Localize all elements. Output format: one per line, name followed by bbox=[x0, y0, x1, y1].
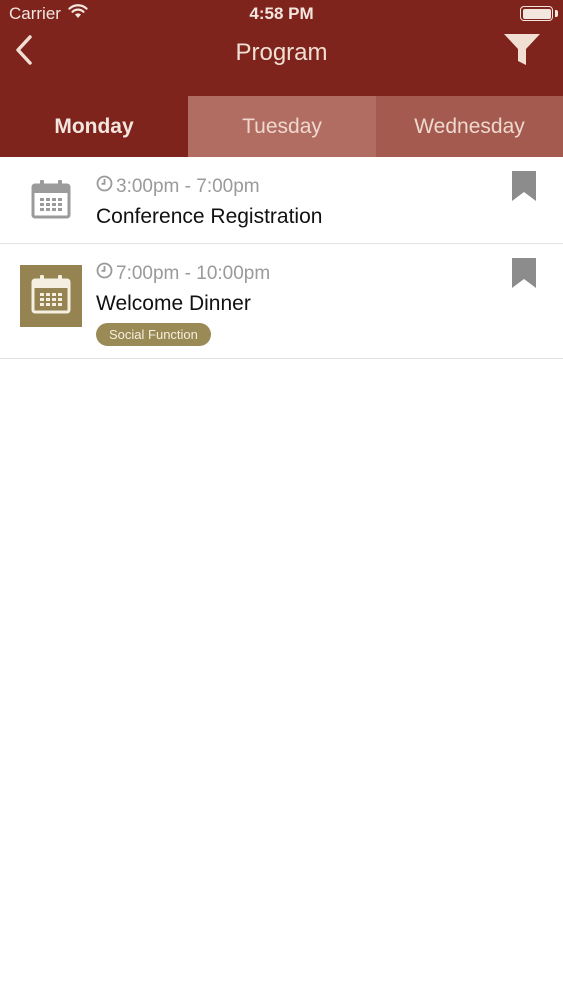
bookmark-button[interactable] bbox=[510, 258, 538, 292]
tab-monday[interactable]: Monday bbox=[0, 96, 188, 157]
app-header: Carrier 4:58 PM Program Monday Tuesday W… bbox=[0, 0, 563, 157]
event-thumbnail bbox=[20, 170, 82, 232]
bookmark-icon bbox=[512, 258, 536, 293]
event-thumbnail bbox=[20, 265, 82, 327]
clock-icon bbox=[96, 175, 116, 198]
battery-tip bbox=[555, 10, 558, 17]
tab-tuesday[interactable]: Tuesday bbox=[188, 96, 376, 157]
bookmark-button[interactable] bbox=[510, 171, 538, 205]
event-row-conference-registration[interactable]: 3:00pm - 7:00pm Conference Registration bbox=[0, 157, 563, 244]
tab-label: Monday bbox=[54, 114, 134, 138]
day-tabs: Monday Tuesday Wednesday bbox=[0, 96, 563, 157]
event-title: Conference Registration bbox=[96, 205, 323, 228]
tab-wednesday[interactable]: Wednesday bbox=[376, 96, 563, 157]
event-title: Welcome Dinner bbox=[96, 292, 251, 315]
event-time-text: 7:00pm - 10:00pm bbox=[116, 262, 271, 284]
event-list: 3:00pm - 7:00pm Conference Registration bbox=[0, 157, 563, 359]
filter-button[interactable] bbox=[500, 32, 544, 72]
event-time: 3:00pm - 7:00pm bbox=[96, 175, 260, 198]
tab-label: Wednesday bbox=[414, 114, 525, 138]
navigation-bar: Program bbox=[0, 30, 563, 96]
filter-icon bbox=[503, 32, 541, 73]
event-row-welcome-dinner[interactable]: 7:00pm - 10:00pm Welcome Dinner Social F… bbox=[0, 244, 563, 359]
calendar-icon bbox=[30, 178, 72, 225]
event-time: 7:00pm - 10:00pm bbox=[96, 262, 270, 285]
event-time-text: 3:00pm - 7:00pm bbox=[116, 175, 260, 197]
battery-icon bbox=[520, 6, 553, 21]
status-time: 4:58 PM bbox=[249, 4, 314, 23]
page-title: Program bbox=[235, 39, 328, 66]
status-bar: Carrier 4:58 PM bbox=[0, 0, 563, 30]
bookmark-icon bbox=[512, 171, 536, 206]
calendar-icon bbox=[30, 273, 72, 320]
clock-icon bbox=[96, 262, 116, 285]
event-tag-badge: Social Function bbox=[96, 323, 211, 346]
tab-label: Tuesday bbox=[242, 114, 322, 138]
